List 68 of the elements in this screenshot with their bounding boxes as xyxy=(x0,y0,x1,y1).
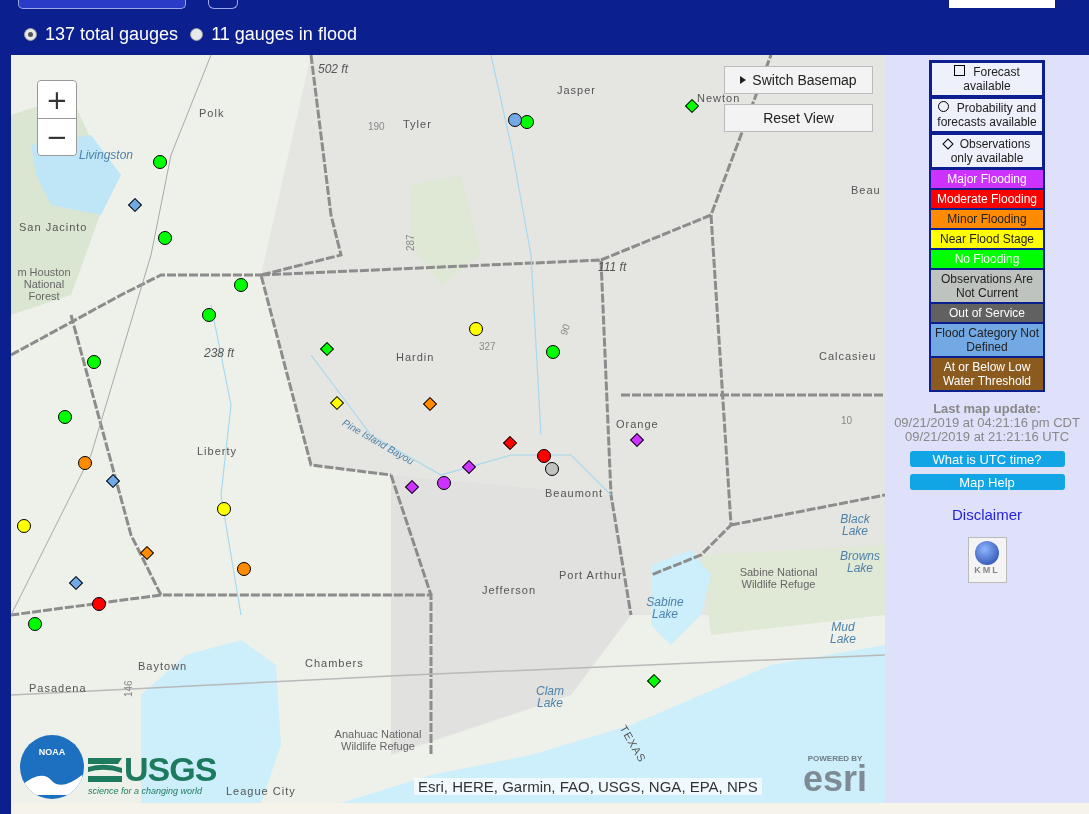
legend-item: Major Flooding xyxy=(931,170,1043,188)
map-label: 327 xyxy=(479,341,496,353)
map-label: 10 xyxy=(841,415,853,427)
legend-item: Observations only available xyxy=(931,134,1043,168)
map-label: 111 ft xyxy=(598,261,627,273)
esri-logo: esri xyxy=(803,763,868,795)
radio-label: 11 gauges in flood xyxy=(211,24,357,45)
radio-label: 137 total gauges xyxy=(45,24,179,45)
map-label: 502 ft xyxy=(318,63,349,75)
map-label: Newton xyxy=(697,92,741,104)
map-label: Jefferson xyxy=(482,584,537,596)
map-label: Beaumont xyxy=(545,487,604,499)
radio-button[interactable] xyxy=(190,28,204,41)
switch-basemap-button[interactable]: Switch Basemap xyxy=(724,66,873,94)
map-label: Polk xyxy=(199,107,225,119)
radio-button[interactable] xyxy=(24,28,37,41)
map-label: Browns Lake xyxy=(839,550,881,574)
map-label: Sabine Lake xyxy=(645,596,685,620)
map-label: Chambers xyxy=(305,657,364,669)
esri-powered-text: POWERED BY xyxy=(807,754,863,763)
square-symbol-icon xyxy=(954,65,966,76)
map-label: Jasper xyxy=(557,84,597,96)
map-label: 190 xyxy=(368,121,385,133)
map-label: Beau xyxy=(851,184,881,196)
map-label: 90 xyxy=(558,322,574,338)
legend-item: Minor Flooding xyxy=(931,210,1043,228)
update-heading: Last map update: xyxy=(933,402,1041,416)
map-label: Livingston xyxy=(79,149,134,161)
map-label: Sabine National Wildlife Refuge xyxy=(738,566,819,590)
caret-icon xyxy=(740,76,747,84)
update-time: 09/21/2019 at 04:21:16 pm CDT xyxy=(894,416,1080,430)
input-field[interactable] xyxy=(949,0,1055,8)
update-time: 09/21/2019 at 21:21:16 UTC xyxy=(904,430,1069,444)
button[interactable] xyxy=(208,0,238,9)
map-label: 146 xyxy=(123,680,135,697)
map-label: Mud Lake xyxy=(829,621,857,645)
map-label: Orange xyxy=(616,418,659,430)
map-label: San Jacinto xyxy=(19,221,88,233)
map-label: 238 ft xyxy=(204,347,235,359)
usgs-logo: USGS xyxy=(124,752,217,786)
legend-item: Moderate Flooding xyxy=(931,190,1043,208)
map-label: Calcasieu xyxy=(819,350,877,362)
map-label: 287 xyxy=(405,234,417,251)
button[interactable] xyxy=(18,0,186,9)
map-label: Black Lake xyxy=(839,513,871,537)
disclaimer-link[interactable]: Disclaimer xyxy=(952,506,1022,523)
legend-item: Forecast available xyxy=(931,62,1043,96)
legend-item: No Flooding xyxy=(931,250,1043,268)
map-label: Pasadena xyxy=(29,682,87,694)
map-label: Baytown xyxy=(138,660,188,672)
map-label: Clam Lake xyxy=(535,685,565,709)
map-label: Port Arthur xyxy=(559,569,623,581)
legend-item: Near Flood Stage xyxy=(931,230,1043,248)
map-label: Tyler xyxy=(403,118,432,130)
map-label: Anahuac National Wildlife Refuge xyxy=(333,728,423,752)
attribution-text: Esri, HERE, Garmin, FAO, USGS, NGA, EPA, NPS xyxy=(414,778,762,795)
legend-item: At or Below Low Water Threshold xyxy=(931,358,1043,390)
map-label: Hardin xyxy=(396,351,435,363)
map-label: League City xyxy=(226,785,296,797)
legend-item: Observations Are Not Current xyxy=(931,270,1043,302)
legend-item: Flood Category Not Defined xyxy=(931,324,1043,356)
reset-view-button[interactable]: Reset View xyxy=(724,104,873,132)
map-label: Liberty xyxy=(197,445,238,457)
map-label: m Houston National Forest xyxy=(16,266,72,302)
legend-item: Probability and forecasts available xyxy=(931,98,1043,132)
usgs-tagline: science for a changing world xyxy=(88,786,204,796)
zoom-out-button[interactable]: − xyxy=(38,118,76,155)
legend-item: Out of Service xyxy=(931,304,1043,322)
